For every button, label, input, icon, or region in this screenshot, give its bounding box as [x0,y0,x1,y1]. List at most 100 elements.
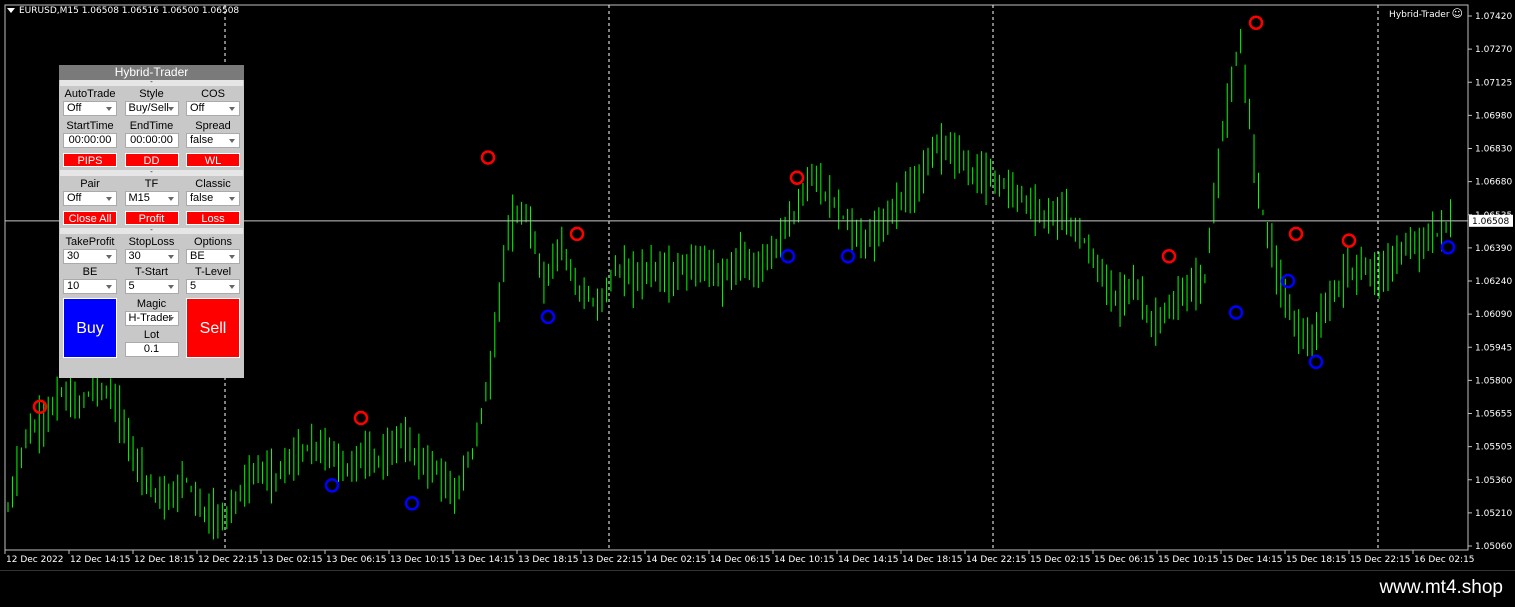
time-tick-label: 14 Dec 10:15 [774,555,835,565]
time-tick-label: 15 Dec 02:15 [1030,555,1091,565]
autotrade-select[interactable]: Off [63,101,117,116]
sell-signal-marker [1341,233,1357,248]
pair-select[interactable]: Off [63,191,117,206]
be-select[interactable]: 10 [63,279,117,294]
cos-select[interactable]: Off [186,101,240,116]
tf-select[interactable]: M15 [124,191,179,206]
buy-signal-marker [1440,240,1456,255]
autotrade-label: AutoTrade [64,88,116,100]
time-tick-label: 14 Dec 18:15 [902,555,963,565]
starttime-label: StartTime [66,120,114,132]
buy-signal-marker [324,478,340,493]
takeprofit-select[interactable]: 30 [63,249,117,264]
time-tick-label: 12 Dec 18:15 [134,555,195,565]
buy-signal-marker [1280,273,1296,289]
section-collapse-1[interactable]: - [60,78,243,86]
profit-button[interactable]: Profit [124,211,179,225]
footer-watermark: www.mt4.shop [1379,577,1503,598]
time-tick-label: 13 Dec 06:15 [326,555,387,565]
time-tick-label: 15 Dec 22:15 [1350,555,1411,565]
sell-signal-marker [1248,15,1264,30]
magic-select[interactable]: H-Trader [124,311,179,326]
price-tick-label: 1.06830 [1475,145,1512,155]
dd-button[interactable]: DD [124,153,179,167]
classic-select[interactable]: false [186,191,240,206]
lot-input[interactable]: 0.1 [124,342,179,357]
cos-label: COS [201,88,225,100]
tf-label: TF [144,178,159,190]
options-select[interactable]: BE [186,249,240,264]
pair-label: Pair [80,178,100,190]
time-tick-label: 13 Dec 22:15 [582,555,643,565]
buy-signal-marker [840,249,856,264]
t-start-select[interactable]: 5 [124,279,179,294]
price-tick-label: 1.05360 [1475,476,1512,486]
wl-button[interactable]: WL [186,153,240,167]
lot-label: Lot [143,329,160,341]
buy-signal-marker [1228,305,1244,320]
section-collapse-2[interactable]: - [60,168,243,176]
time-tick-label: 13 Dec 14:15 [454,555,515,565]
price-tick-label: 1.06980 [1475,111,1512,121]
sell-signal-marker [569,226,585,242]
buy-signal-marker [780,249,796,264]
stoploss-label: StopLoss [128,236,175,248]
price-chart[interactable]: 1.07420 1.07270 1.07125 1.06980 1.06830 1.066… [0,0,1515,570]
buy-signal-marker [404,496,420,511]
price-tick-label: 1.07270 [1475,45,1512,55]
price-tick-label: 1.05505 [1475,443,1512,453]
spread-label: Spread [195,120,231,132]
price-tick-label: 1.07420 [1475,12,1512,22]
footer: www.mt4.shop [0,570,1515,607]
time-tick-label: 15 Dec 06:15 [1094,555,1155,565]
section-collapse-3[interactable]: - [60,226,243,234]
price-tick-label: 1.06680 [1475,178,1512,188]
time-tick-label: 14 Dec 02:15 [646,555,707,565]
price-tick-label: 1.05210 [1475,509,1512,519]
sell-button[interactable]: Sell [186,298,240,358]
smiley-icon: ☺ [1451,7,1463,20]
expert-advisor-label: Hybrid-Trader ☺ [1389,7,1463,20]
time-tick-label: 15 Dec 10:15 [1158,555,1219,565]
time-tick-label: 12 Dec 22:15 [198,555,259,565]
price-tick-label: 1.05945 [1475,343,1512,353]
close-all-button[interactable]: Close All [63,211,117,225]
price-tick-label: 1.06390 [1475,244,1512,254]
time-tick-label: 13 Dec 18:15 [518,555,579,565]
loss-button[interactable]: Loss [186,211,240,225]
price-tick-label: 1.06240 [1475,277,1512,287]
time-tick-label: 15 Dec 14:15 [1222,555,1283,565]
price-tick-label: 1.06090 [1475,310,1512,320]
sell-signal-marker [353,410,369,426]
price-tick-label: 1.05655 [1475,410,1512,420]
time-tick-label: 16 Dec 02:15 [1414,555,1475,565]
time-tick-label: 14 Dec 14:15 [838,555,899,565]
options-label: Options [194,236,232,248]
time-tick-label: 13 Dec 02:15 [262,555,323,565]
buy-button[interactable]: Buy [63,298,117,358]
style-select[interactable]: Buy/Sell [124,101,179,116]
pips-button[interactable]: PIPS [63,153,117,167]
endtime-input[interactable]: 00:00:00 [124,133,179,148]
hybrid-trader-panel: Hybrid-Trader - AutoTrade Off Style Buy/Se… [59,65,244,378]
t-start-label: T-Start [134,266,168,278]
time-tick-label: 14 Dec 06:15 [710,555,771,565]
sell-signal-marker [1161,249,1177,264]
time-tick-label: 14 Dec 22:15 [966,555,1027,565]
price-tick-label: 1.07125 [1475,78,1512,88]
takeprofit-label: TakeProfit [65,236,115,248]
price-tick-label: 1.05800 [1475,376,1512,386]
sell-signal-marker [789,170,805,185]
buy-signal-marker [1308,354,1324,370]
time-tick-label: 13 Dec 10:15 [390,555,451,565]
buy-signal-marker [540,309,556,325]
stoploss-select[interactable]: 30 [124,249,179,264]
symbol-info: EURUSD,M15 1.06508 1.06516 1.06500 1.065… [7,6,239,16]
spread-select[interactable]: false [186,133,240,148]
time-tick-label: 15 Dec 18:15 [1286,555,1347,565]
current-price-label: 1.06508 [1472,217,1509,227]
chart-menu-triangle-icon[interactable] [7,8,15,13]
t-level-select[interactable]: 5 [186,279,240,294]
starttime-input[interactable]: 00:00:00 [63,133,117,148]
sell-signal-marker [1288,226,1304,242]
